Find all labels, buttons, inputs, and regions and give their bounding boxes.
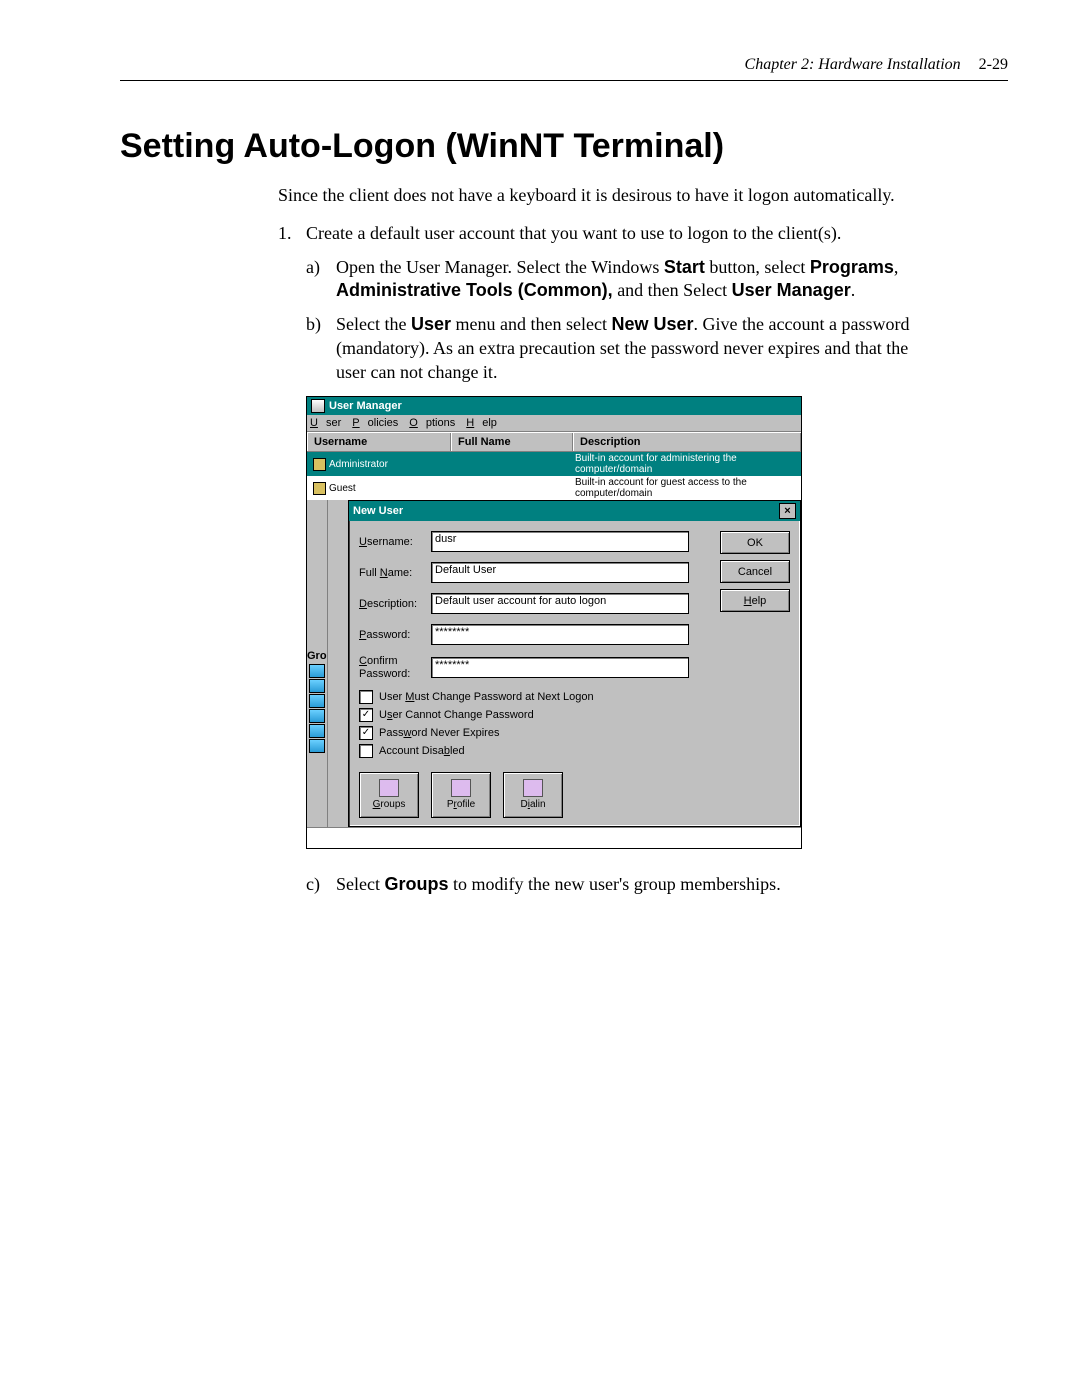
checkbox-icon[interactable] — [359, 708, 373, 722]
bold-groups: Groups — [384, 874, 448, 894]
check-never-expires[interactable]: Password Never Expires — [359, 726, 790, 740]
group-icon — [309, 694, 325, 708]
fullname-input[interactable]: Default User — [431, 562, 689, 583]
label-fullname: Full Name: — [359, 567, 431, 579]
cell-username: Guest — [329, 483, 356, 494]
menu-help[interactable]: Help — [466, 417, 497, 429]
group-icon — [309, 724, 325, 738]
new-user-dialog: New User × OK Cancel Help Username: dusr — [348, 500, 801, 826]
step-1a-text-4: and then Select — [613, 280, 732, 300]
step-1b-text-2: menu and then select — [451, 314, 611, 334]
groups-sidebar: Gro — [307, 500, 328, 826]
user-icon — [313, 482, 326, 495]
chapter-name: Chapter 2: Hardware Installation — [745, 56, 961, 73]
label-description: Description: — [359, 598, 431, 610]
step-1c: c) Select Groups to modify the new user'… — [306, 873, 928, 897]
profile-icon — [451, 779, 471, 797]
ok-button[interactable]: OK — [720, 531, 790, 554]
cell-description: Built-in account for administering the c… — [569, 452, 801, 476]
dialin-button[interactable]: Dialin — [503, 772, 563, 818]
bold-new-user: New User — [611, 314, 693, 334]
window-titlebar: User Manager — [307, 397, 801, 415]
label-password: Password: — [359, 629, 431, 641]
dialog-titlebar: New User × — [349, 501, 800, 521]
label-username: Username: — [359, 536, 431, 548]
user-row-administrator[interactable]: Administrator Built-in account for admin… — [307, 452, 801, 476]
cell-fullname — [449, 452, 569, 476]
cell-description: Built-in account for guest access to the… — [569, 476, 801, 500]
col-username[interactable]: Username — [307, 433, 451, 451]
bold-start: Start — [664, 257, 705, 277]
groups-icon — [379, 779, 399, 797]
step-1a-text-1: Open the User Manager. Select the Window… — [336, 257, 664, 277]
checkbox-icon[interactable] — [359, 744, 373, 758]
check-must-change[interactable]: User Must Change Password at Next Logon — [359, 690, 790, 704]
col-fullname[interactable]: Full Name — [451, 433, 573, 451]
step-1a-text-2: button, select — [705, 257, 810, 277]
cancel-button[interactable]: Cancel — [720, 560, 790, 583]
bold-user-menu: User — [411, 314, 451, 334]
step-1c-text-1: Select — [336, 874, 384, 894]
groups-header-truncated: Gro — [307, 650, 327, 662]
step-1a-text-3: , — [894, 257, 899, 277]
user-row-guest[interactable]: Guest Built-in account for guest access … — [307, 476, 801, 500]
running-header: Chapter 2: Hardware Installation 2-29 — [120, 56, 1008, 81]
app-icon — [311, 399, 325, 413]
group-icon — [309, 664, 325, 678]
confirm-password-input[interactable]: ******** — [431, 657, 689, 678]
window-title: User Manager — [329, 400, 402, 412]
label-confirm-password: ConfirmPassword: — [359, 655, 431, 679]
page-number: 2-29 — [979, 56, 1008, 73]
cell-username: Administrator — [329, 459, 388, 470]
check-cannot-change[interactable]: User Cannot Change Password — [359, 708, 790, 722]
menubar: User Policies Options Help — [307, 415, 801, 432]
dialin-icon — [523, 779, 543, 797]
step-1: 1. Create a default user account that yo… — [278, 222, 928, 246]
section-title: Setting Auto-Logon (WinNT Terminal) — [120, 127, 1008, 166]
group-icon — [309, 679, 325, 693]
step-1a: a) Open the User Manager. Select the Win… — [306, 256, 928, 304]
step-1-text: Create a default user account that you w… — [306, 222, 841, 246]
step-1c-text-2: to modify the new user's group membershi… — [449, 874, 781, 894]
bold-user-manager: User Manager — [732, 280, 851, 300]
groups-button[interactable]: Groups — [359, 772, 419, 818]
description-input[interactable]: Default user account for auto logon — [431, 593, 689, 614]
cell-fullname — [449, 476, 569, 500]
check-account-disabled[interactable]: Account Disabled — [359, 744, 790, 758]
user-icon — [313, 458, 326, 471]
password-input[interactable]: ******** — [431, 624, 689, 645]
bold-programs: Programs — [810, 257, 894, 277]
checkbox-icon[interactable] — [359, 690, 373, 704]
user-list-header: Username Full Name Description — [307, 432, 801, 452]
menu-options[interactable]: Options — [409, 417, 455, 429]
intro-paragraph: Since the client does not have a keyboar… — [278, 184, 928, 208]
help-button[interactable]: Help — [720, 589, 790, 612]
step-1b: b) Select the User menu and then select … — [306, 313, 928, 384]
group-icon — [309, 739, 325, 753]
step-1a-text-5: . — [851, 280, 856, 300]
username-input[interactable]: dusr — [431, 531, 689, 552]
step-1b-text-1: Select the — [336, 314, 411, 334]
bold-admin-tools: Administrative Tools (Common), — [336, 280, 613, 300]
user-manager-screenshot: User Manager User Policies Options Help … — [306, 396, 802, 848]
group-icon — [309, 709, 325, 723]
profile-button[interactable]: Profile — [431, 772, 491, 818]
menu-policies[interactable]: Policies — [352, 417, 398, 429]
dialog-title: New User — [353, 505, 403, 517]
close-icon[interactable]: × — [779, 503, 796, 519]
checkbox-icon[interactable] — [359, 726, 373, 740]
col-description[interactable]: Description — [573, 433, 801, 451]
menu-user[interactable]: User — [310, 417, 341, 429]
